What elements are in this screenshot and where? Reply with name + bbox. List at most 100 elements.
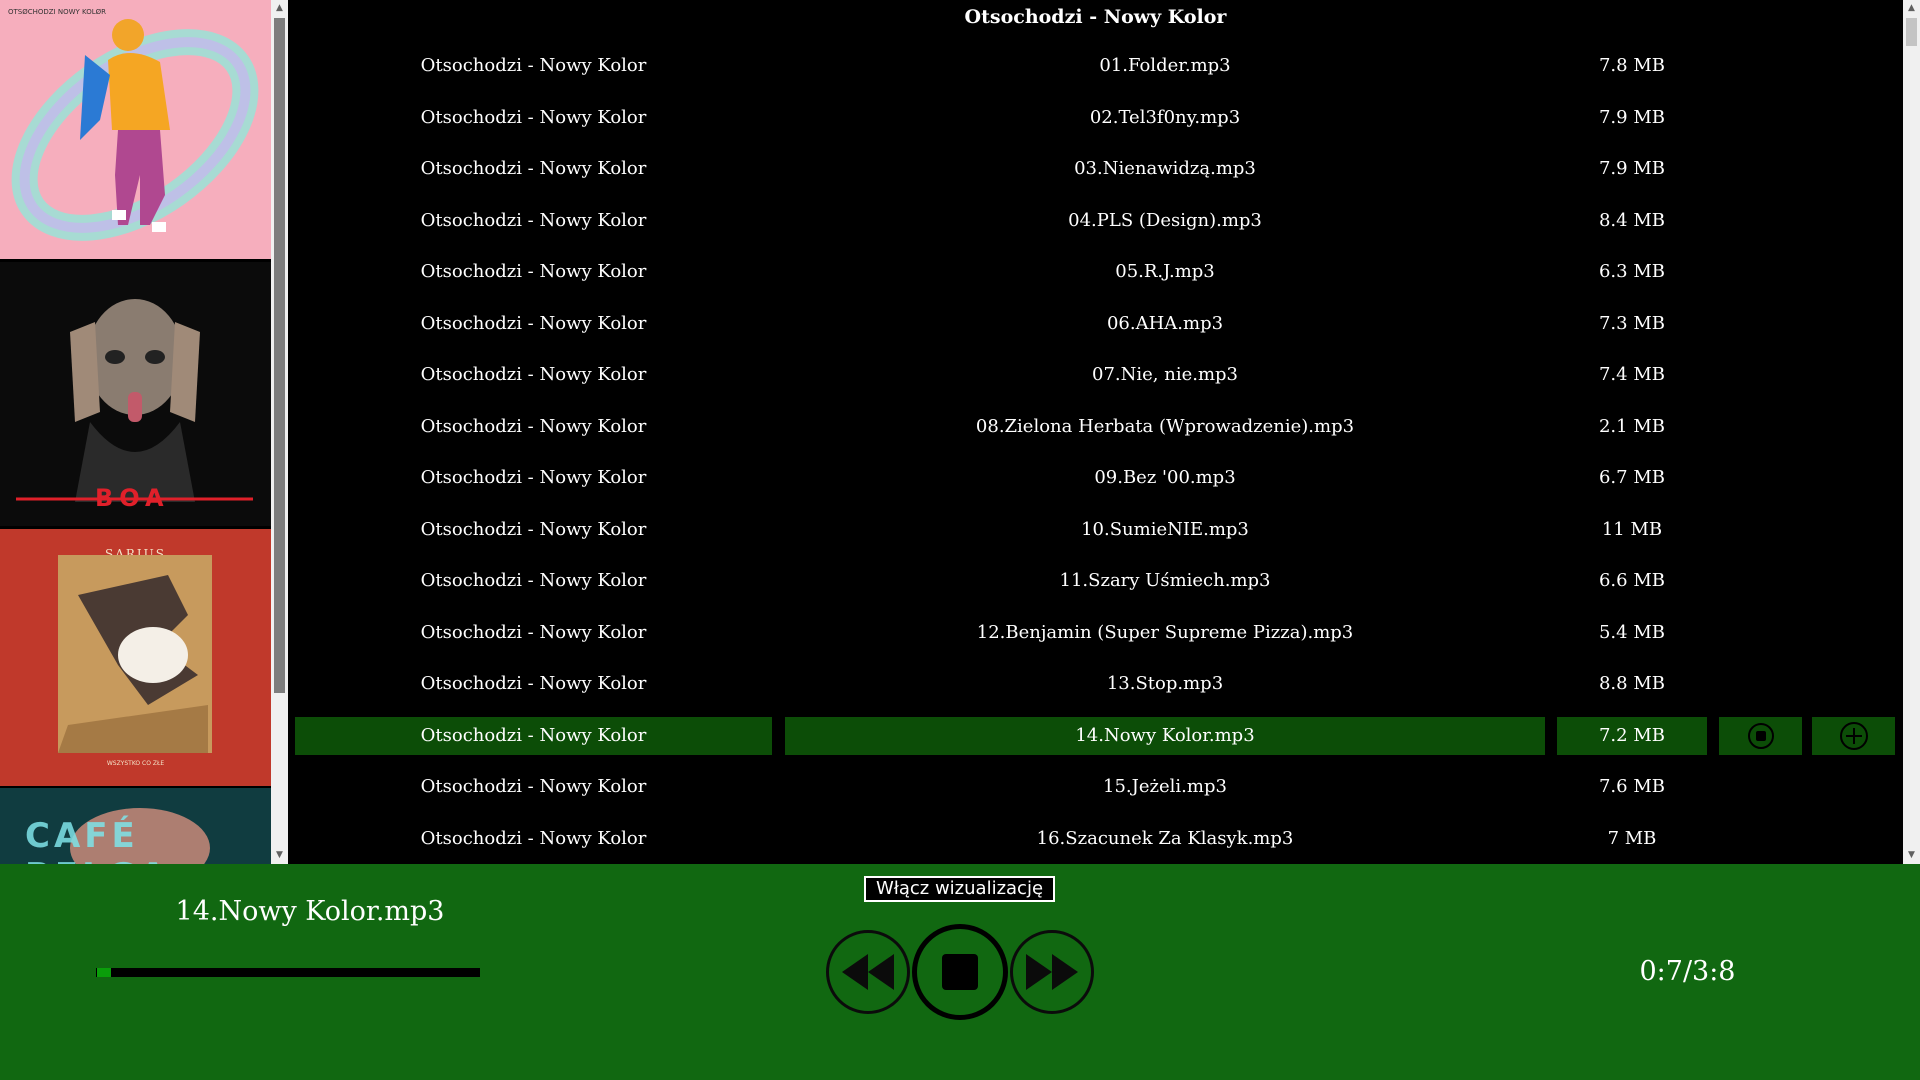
- scroll-down-arrow-icon[interactable]: ▼: [1903, 847, 1920, 864]
- playback-time: 0:7/3:8: [1639, 956, 1736, 987]
- album-cover-cafe-belga[interactable]: CAFÉ BELGA: [0, 788, 271, 864]
- track-file-cell[interactable]: 03.Nienawidzą.mp3: [785, 150, 1545, 188]
- track-album-cell[interactable]: Otsochodzi - Nowy Kolor: [295, 305, 772, 343]
- track-row[interactable]: Otsochodzi - Nowy Kolor 05.R.J.mp3 6.3 MB: [288, 253, 1903, 291]
- track-size-cell[interactable]: 6.6 MB: [1557, 562, 1707, 600]
- row-stop-button[interactable]: [1719, 717, 1802, 755]
- track-row[interactable]: Otsochodzi - Nowy Kolor 09.Bez '00.mp3 6.7…: [288, 459, 1903, 497]
- track-list: Otsochodzi - Nowy Kolor Otsochodzi - Now…: [288, 0, 1903, 864]
- track-row[interactable]: Otsochodzi - Nowy Kolor 01.Folder.mp3 7.8 …: [288, 47, 1903, 85]
- track-file-cell[interactable]: 12.Benjamin (Super Supreme Pizza).mp3: [785, 614, 1545, 652]
- track-album-cell[interactable]: Otsochodzi - Nowy Kolor: [295, 150, 772, 188]
- plus-circle-icon: [1839, 722, 1868, 750]
- stop-circle-icon: [1747, 723, 1774, 749]
- track-file-cell[interactable]: 02.Tel3f0ny.mp3: [785, 99, 1545, 137]
- album-cover-sarius[interactable]: SARIUS WSZYSTKO CO ZŁE: [0, 529, 271, 786]
- track-row[interactable]: Otsochodzi - Nowy Kolor 02.Tel3f0ny.mp3 7.…: [288, 99, 1903, 137]
- cover-logo-text: BOA: [95, 484, 170, 512]
- track-file-cell[interactable]: 04.PLS (Design).mp3: [785, 202, 1545, 240]
- stop-icon: [942, 954, 978, 990]
- progress-knob[interactable]: [97, 968, 111, 977]
- track-album-cell[interactable]: Otsochodzi - Nowy Kolor: [295, 202, 772, 240]
- cover-logo-text: OTSØCHODZI NOWY KOLØR: [8, 8, 107, 16]
- track-row[interactable]: Otsochodzi - Nowy Kolor 15.Jeżeli.mp3 7.6 …: [288, 768, 1903, 806]
- track-album-cell[interactable]: Otsochodzi - Nowy Kolor: [295, 562, 772, 600]
- row-add-button[interactable]: [1812, 717, 1895, 755]
- scroll-up-arrow-icon[interactable]: ▲: [271, 0, 288, 17]
- player-bar: Włącz wizualizację 14.Nowy Kolor.mp3 0:7…: [0, 864, 1920, 1080]
- fast-forward-icon: [1026, 954, 1078, 990]
- track-file-cell[interactable]: 10.SumieNIE.mp3: [785, 511, 1545, 549]
- track-file-cell[interactable]: 08.Zielona Herbata (Wprowadzenie).mp3: [785, 408, 1545, 446]
- track-file-cell[interactable]: 05.R.J.mp3: [785, 253, 1545, 291]
- track-album-cell[interactable]: Otsochodzi - Nowy Kolor: [295, 717, 772, 755]
- track-size-cell[interactable]: 7.9 MB: [1557, 99, 1707, 137]
- track-album-cell[interactable]: Otsochodzi - Nowy Kolor: [295, 614, 772, 652]
- track-row[interactable]: Otsochodzi - Nowy Kolor 07.Nie, nie.mp3 7.…: [288, 356, 1903, 394]
- cover-sub-text: WSZYSTKO CO ZŁE: [106, 760, 165, 767]
- track-size-cell[interactable]: 6.3 MB: [1557, 253, 1707, 291]
- track-size-cell[interactable]: 8.4 MB: [1557, 202, 1707, 240]
- now-playing-title: 14.Nowy Kolor.mp3: [175, 896, 445, 927]
- track-row[interactable]: Otsochodzi - Nowy Kolor 04.PLS (Design).m…: [288, 202, 1903, 240]
- rewind-button[interactable]: [826, 930, 910, 1014]
- track-row[interactable]: Otsochodzi - Nowy Kolor 08.Zielona Herbat…: [288, 408, 1903, 446]
- track-file-cell[interactable]: 11.Szary Uśmiech.mp3: [785, 562, 1545, 600]
- track-size-cell[interactable]: 11 MB: [1557, 511, 1707, 549]
- track-file-cell[interactable]: 06.AHA.mp3: [785, 305, 1545, 343]
- track-row[interactable]: Otsochodzi - Nowy Kolor 13.Stop.mp3 8.8 MB: [288, 665, 1903, 703]
- track-album-cell[interactable]: Otsochodzi - Nowy Kolor: [295, 820, 772, 858]
- visualization-toggle-button[interactable]: Włącz wizualizację: [864, 876, 1055, 902]
- scroll-down-arrow-icon[interactable]: ▼: [271, 847, 288, 864]
- rewind-icon: [842, 954, 894, 990]
- track-file-cell[interactable]: 15.Jeżeli.mp3: [785, 768, 1545, 806]
- track-row[interactable]: Otsochodzi - Nowy Kolor 11.Szary Uśmiech.…: [288, 562, 1903, 600]
- track-size-cell[interactable]: 7 MB: [1557, 820, 1707, 858]
- track-row[interactable]: Otsochodzi - Nowy Kolor 12.Benjamin (Supe…: [288, 614, 1903, 652]
- track-size-cell[interactable]: 7.2 MB: [1557, 717, 1707, 755]
- track-size-cell[interactable]: 7.9 MB: [1557, 150, 1707, 188]
- track-size-cell[interactable]: 6.7 MB: [1557, 459, 1707, 497]
- progress-bar[interactable]: [96, 968, 480, 977]
- track-size-cell[interactable]: 7.8 MB: [1557, 47, 1707, 85]
- track-file-cell[interactable]: 01.Folder.mp3: [785, 47, 1545, 85]
- track-size-cell[interactable]: 7.6 MB: [1557, 768, 1707, 806]
- track-album-cell[interactable]: Otsochodzi - Nowy Kolor: [295, 47, 772, 85]
- track-album-cell[interactable]: Otsochodzi - Nowy Kolor: [295, 408, 772, 446]
- track-file-cell[interactable]: 13.Stop.mp3: [785, 665, 1545, 703]
- track-size-cell[interactable]: 2.1 MB: [1557, 408, 1707, 446]
- track-row[interactable]: Otsochodzi - Nowy Kolor 03.Nienawidzą.mp3…: [288, 150, 1903, 188]
- track-row[interactable]: Otsochodzi - Nowy Kolor 06.AHA.mp3 7.3 MB: [288, 305, 1903, 343]
- track-file-cell[interactable]: 09.Bez '00.mp3: [785, 459, 1545, 497]
- album-cover-boa[interactable]: BOA: [0, 262, 271, 526]
- fast-forward-button[interactable]: [1010, 930, 1094, 1014]
- album-sidebar: OTSØCHODZI NOWY KOLØR BOA SARIUS WSZYSTK…: [0, 0, 271, 864]
- track-album-cell[interactable]: Otsochodzi - Nowy Kolor: [295, 768, 772, 806]
- track-row[interactable]: Otsochodzi - Nowy Kolor 10.SumieNIE.mp3 11…: [288, 511, 1903, 549]
- track-file-cell[interactable]: 16.Szacunek Za Klasyk.mp3: [785, 820, 1545, 858]
- track-list-scrollbar[interactable]: ▲ ▼: [1903, 0, 1920, 864]
- track-album-cell[interactable]: Otsochodzi - Nowy Kolor: [295, 511, 772, 549]
- track-row-active[interactable]: Otsochodzi - Nowy Kolor 14.Nowy Kolor.mp3…: [288, 717, 1903, 755]
- track-album-cell[interactable]: Otsochodzi - Nowy Kolor: [295, 99, 772, 137]
- scroll-up-arrow-icon[interactable]: ▲: [1903, 0, 1920, 17]
- stop-button[interactable]: [912, 924, 1008, 1020]
- track-row[interactable]: Otsochodzi - Nowy Kolor 16.Szacunek Za Kl…: [288, 820, 1903, 858]
- scroll-thumb[interactable]: [1906, 18, 1917, 46]
- track-album-cell[interactable]: Otsochodzi - Nowy Kolor: [295, 459, 772, 497]
- sidebar-scrollbar[interactable]: ▲ ▼: [271, 0, 288, 864]
- track-album-cell[interactable]: Otsochodzi - Nowy Kolor: [295, 665, 772, 703]
- album-cover-nowy-kolor[interactable]: OTSØCHODZI NOWY KOLØR: [0, 0, 271, 259]
- track-file-cell[interactable]: 07.Nie, nie.mp3: [785, 356, 1545, 394]
- scroll-thumb[interactable]: [274, 18, 285, 693]
- track-size-cell[interactable]: 5.4 MB: [1557, 614, 1707, 652]
- track-album-cell[interactable]: Otsochodzi - Nowy Kolor: [295, 356, 772, 394]
- track-size-cell[interactable]: 7.4 MB: [1557, 356, 1707, 394]
- album-title: Otsochodzi - Nowy Kolor: [964, 6, 1227, 28]
- track-album-cell[interactable]: Otsochodzi - Nowy Kolor: [295, 253, 772, 291]
- cover-artwork: [58, 555, 212, 753]
- track-size-cell[interactable]: 8.8 MB: [1557, 665, 1707, 703]
- track-file-cell[interactable]: 14.Nowy Kolor.mp3: [785, 717, 1545, 755]
- cover-logo-text: CAFÉ BELGA: [25, 816, 166, 864]
- track-size-cell[interactable]: 7.3 MB: [1557, 305, 1707, 343]
